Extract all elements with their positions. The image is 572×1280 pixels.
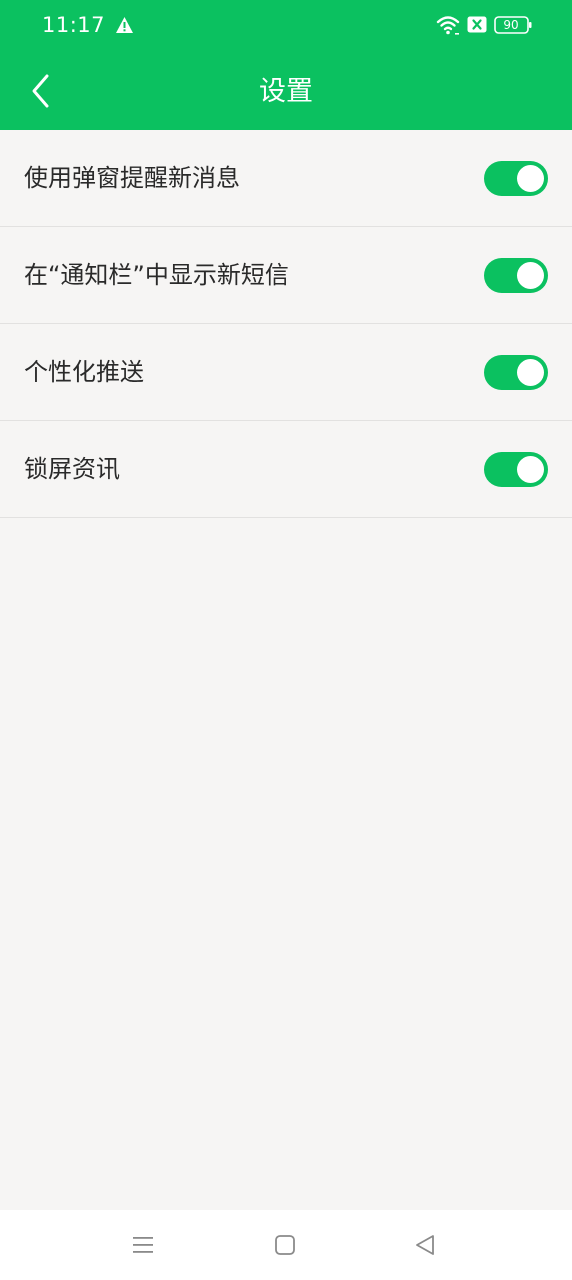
system-nav-bar — [0, 1210, 572, 1280]
setting-notification-bar-sms: 在“通知栏”中显示新短信 — [0, 227, 572, 324]
back-button[interactable] — [18, 66, 62, 116]
battery-icon: 90 — [494, 15, 532, 35]
toggle-knob — [517, 165, 544, 192]
toggle-knob — [517, 359, 544, 386]
setting-label: 个性化推送 — [24, 358, 144, 386]
popup-reminder-toggle[interactable] — [484, 161, 548, 196]
status-bar: 11:17 90 — [0, 0, 572, 52]
setting-personalized-push: 个性化推送 — [0, 324, 572, 421]
nav-home-button[interactable] — [270, 1230, 300, 1260]
page-title: 设置 — [259, 76, 313, 107]
setting-label: 在“通知栏”中显示新短信 — [24, 261, 289, 289]
home-icon — [275, 1235, 295, 1255]
sim-icon — [467, 16, 487, 33]
back-triangle-icon — [416, 1235, 434, 1255]
toggle-knob — [517, 262, 544, 289]
toggle-knob — [517, 456, 544, 483]
settings-list: 使用弹窗提醒新消息 在“通知栏”中显示新短信 个性化推送 锁屏资讯 — [0, 130, 572, 518]
setting-popup-reminder: 使用弹窗提醒新消息 — [0, 130, 572, 227]
chevron-left-icon — [32, 74, 49, 108]
setting-label: 使用弹窗提醒新消息 — [24, 164, 240, 192]
notification-bar-sms-toggle[interactable] — [484, 258, 548, 293]
personalized-push-toggle[interactable] — [484, 355, 548, 390]
lockscreen-news-toggle[interactable] — [484, 452, 548, 487]
nav-back-button[interactable] — [410, 1230, 440, 1260]
status-time: 11:17 — [42, 13, 106, 37]
battery-level: 90 — [503, 18, 519, 32]
setting-lockscreen-news: 锁屏资讯 — [0, 421, 572, 518]
menu-icon — [133, 1237, 153, 1253]
nav-menu-button[interactable] — [128, 1230, 158, 1260]
app-header: 11:17 90 设置 — [0, 0, 572, 130]
wifi-icon — [436, 14, 460, 36]
setting-label: 锁屏资讯 — [24, 455, 120, 483]
alert-icon — [115, 16, 134, 34]
